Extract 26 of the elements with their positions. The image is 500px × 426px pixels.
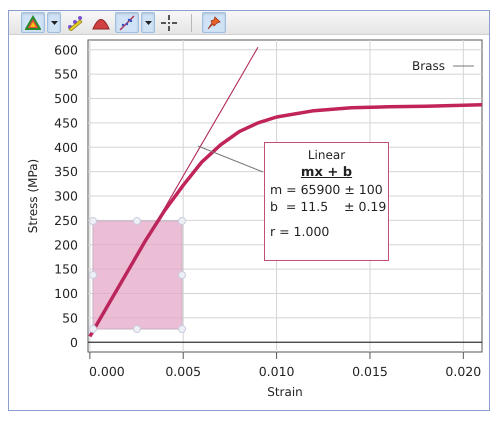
fit-title: Linear (308, 147, 346, 164)
y-tick-label: 0 (70, 334, 78, 350)
y-tick-label: 350 (54, 164, 78, 180)
fit-parameter: m = 65900 ± 100 (269, 181, 383, 198)
y-tick-label: 550 (54, 66, 78, 82)
correlation-value: r = 1.000 (269, 223, 330, 240)
y-tick-label: 250 (54, 212, 78, 228)
y-tick-label: 150 (54, 262, 78, 277)
x-tick-label: 0.015 (352, 364, 388, 379)
y-axis-title: Stress (MPa) (26, 158, 40, 234)
x-tick-label: 0.000 (88, 364, 125, 379)
x-tick-label: 0.020 (445, 364, 482, 379)
y-tick-label: 400 (54, 140, 78, 155)
y-tick-label: 50 (62, 310, 78, 326)
y-tick-label: 450 (54, 115, 78, 130)
fit-parameter: b = 11.5 ± 0.19 (269, 198, 386, 215)
y-tick-label: 200 (54, 237, 78, 252)
x-tick-label: 0.005 (165, 364, 202, 379)
legend-label: Brass (412, 59, 446, 73)
y-tick-label: 300 (54, 188, 78, 204)
x-tick-label: 0.010 (258, 364, 294, 379)
y-tick-label: 100 (54, 286, 78, 301)
y-tick-label: 600 (54, 42, 78, 58)
x-axis-title: Strain (267, 385, 303, 399)
fit-formula: mx + b (300, 164, 352, 181)
y-tick-label: 500 (54, 91, 78, 106)
